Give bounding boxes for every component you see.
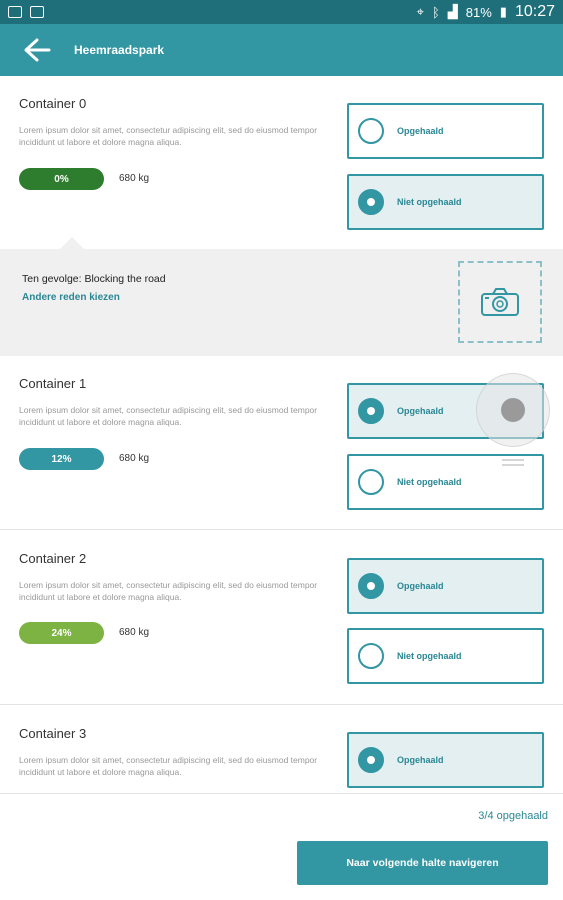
drag-handle-icon[interactable] — [502, 459, 524, 467]
container-description: Lorem ipsum dolor sit amet, consectetur … — [19, 125, 318, 147]
weight-value: 680 kg — [119, 173, 150, 184]
container-title: Container 0 — [19, 96, 87, 111]
camera-icon — [481, 288, 519, 316]
signal-icon: ▟ — [447, 4, 458, 19]
radio-unchecked-icon — [358, 118, 384, 144]
reason-panel: Ten gevolge: Blocking the road Andere re… — [0, 237, 563, 356]
option-opgehaald[interactable]: Opgehaald — [347, 732, 544, 788]
option-label: Opgehaald — [397, 126, 444, 136]
container-card-1: Container 1 Lorem ipsum dolor sit amet, … — [0, 356, 563, 530]
option-opgehaald[interactable]: Opgehaald — [347, 558, 544, 614]
navigate-next-stop-button[interactable]: Naar volgende halte navigeren — [297, 841, 548, 885]
option-label: Niet opgehaald — [397, 197, 462, 207]
option-label: Niet opgehaald — [397, 477, 462, 487]
option-niet-opgehaald[interactable]: Niet opgehaald — [347, 628, 544, 684]
location-icon: ⌖ — [416, 4, 424, 19]
container-description: Lorem ipsum dolor sit amet, consectetur … — [19, 755, 318, 777]
page-title: Heemraadspark — [74, 43, 165, 57]
option-label: Niet opgehaald — [397, 651, 462, 661]
container-description: Lorem ipsum dolor sit amet, consectetur … — [19, 405, 318, 427]
container-card-0: Container 0 Lorem ipsum dolor sit amet, … — [0, 76, 563, 249]
container-title: Container 2 — [19, 551, 87, 566]
fill-level-badge: 12% — [19, 448, 104, 470]
container-title: Container 1 — [19, 376, 87, 391]
radio-checked-icon — [358, 189, 384, 215]
container-card-3: Container 3 Lorem ipsum dolor sit amet, … — [0, 706, 563, 794]
image-notification-icon — [8, 6, 22, 18]
touch-pointer — [501, 398, 525, 422]
radio-unchecked-icon — [358, 469, 384, 495]
app-bar: Heemraadspark — [0, 24, 563, 76]
clock: 10:27 — [514, 3, 555, 20]
option-label: Opgehaald — [397, 581, 444, 591]
gallery-notification-icon — [30, 6, 44, 18]
arrow-left-icon — [24, 38, 51, 62]
radio-checked-icon — [358, 398, 384, 424]
battery-percent: 81% — [465, 4, 492, 20]
radio-checked-icon — [358, 747, 384, 773]
option-niet-opgehaald[interactable]: Niet opgehaald — [347, 174, 544, 230]
reason-text: Ten gevolge: Blocking the road — [22, 273, 166, 285]
option-opgehaald[interactable]: Opgehaald — [347, 103, 544, 159]
bluetooth-icon: ᛒ — [431, 4, 440, 20]
change-reason-link[interactable]: Andere reden kiezen — [22, 292, 120, 303]
radio-unchecked-icon — [358, 643, 384, 669]
reason-pointer — [60, 237, 84, 249]
status-bar: ⌖ ᛒ ▟ 81% ▮ 10:27 — [0, 0, 563, 24]
fill-level-badge: 24% — [19, 622, 104, 644]
battery-icon: ▮ — [499, 4, 507, 19]
container-description: Lorem ipsum dolor sit amet, consectetur … — [19, 580, 318, 602]
fill-level-badge: 0% — [19, 168, 104, 190]
container-title: Container 3 — [19, 726, 87, 741]
photo-upload-button[interactable] — [458, 261, 542, 343]
option-label: Opgehaald — [397, 406, 444, 416]
back-button[interactable] — [0, 24, 74, 76]
container-card-2: Container 2 Lorem ipsum dolor sit amet, … — [0, 531, 563, 705]
option-label: Opgehaald — [397, 755, 444, 765]
collected-count: 3/4 opgehaald — [478, 810, 548, 822]
weight-value: 680 kg — [119, 453, 150, 464]
weight-value: 680 kg — [119, 627, 150, 638]
radio-checked-icon — [358, 573, 384, 599]
